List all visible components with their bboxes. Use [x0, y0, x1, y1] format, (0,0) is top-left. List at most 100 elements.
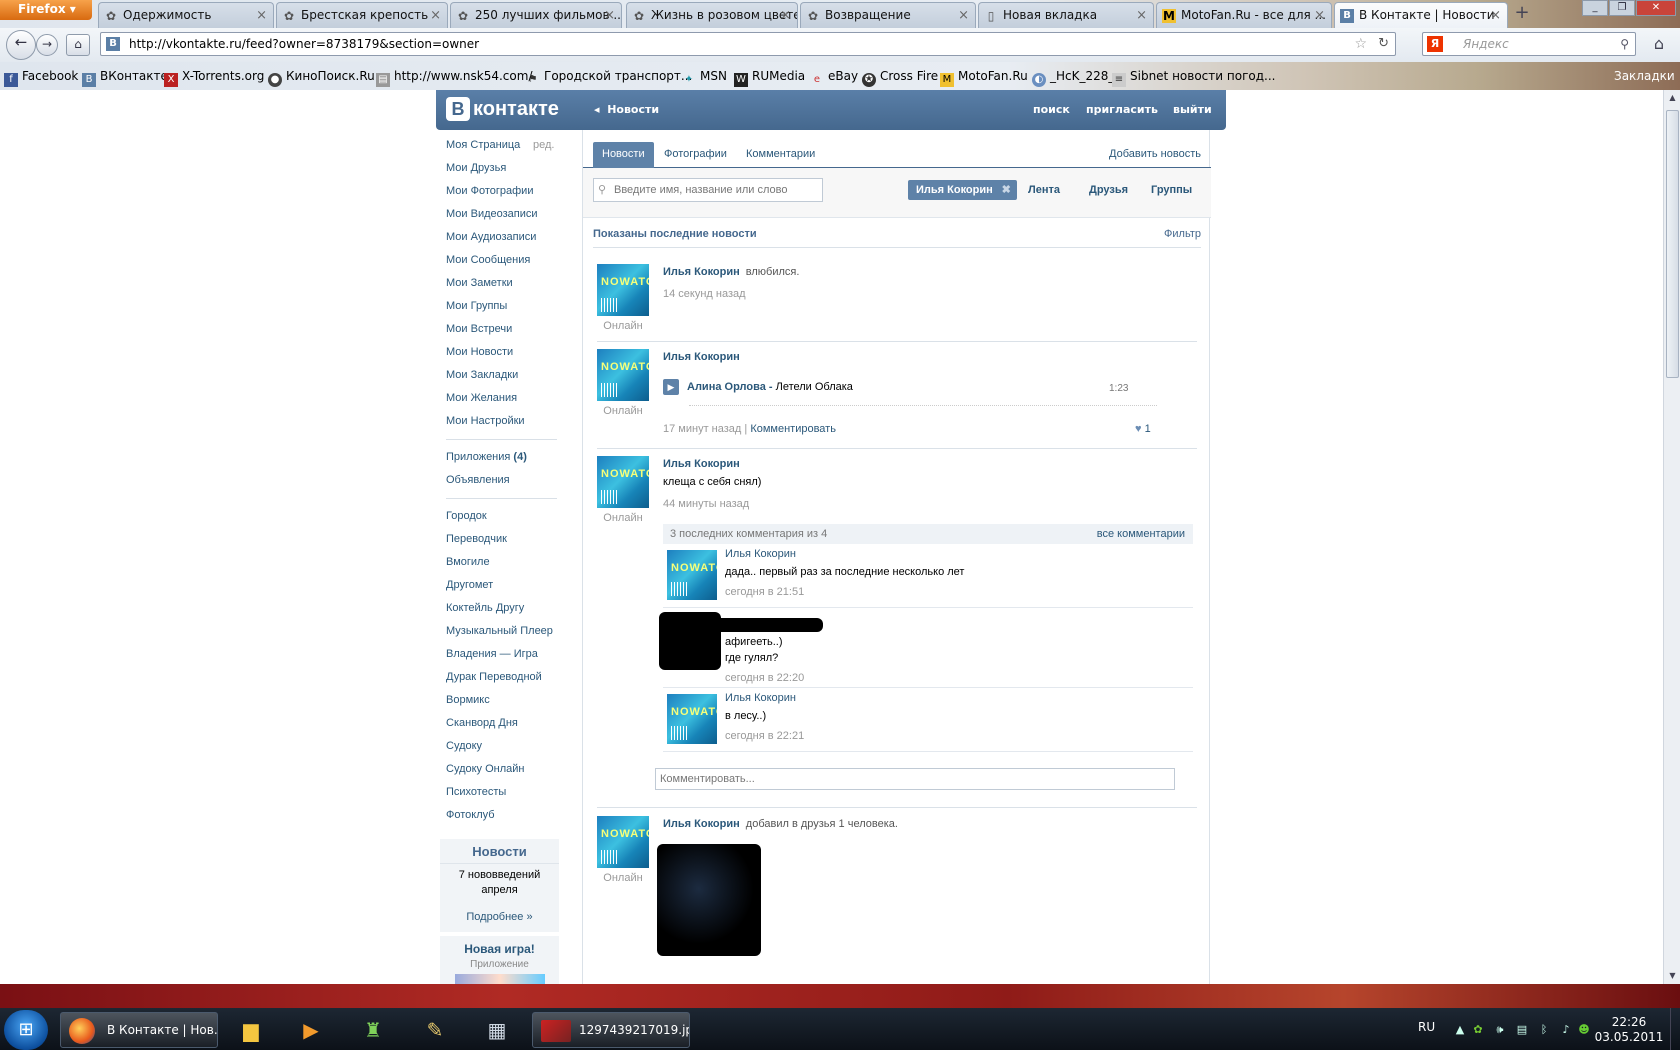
filter-link[interactable]: Фильтр [1164, 228, 1201, 240]
sidebar-app[interactable]: Вормикс [436, 689, 571, 712]
page-scrollbar[interactable]: ▲ ▼ [1663, 90, 1680, 984]
avatar[interactable]: NOWATON [597, 264, 649, 316]
folder-icon[interactable]: ▆ [234, 1014, 268, 1046]
post-time[interactable]: 14 секунд назад [663, 288, 746, 300]
sidebar-item-events[interactable]: Мои Встречи [436, 318, 571, 341]
owner-filter-chip[interactable]: Илья Кокорин ✖ [908, 180, 1017, 200]
browser-tab[interactable]: ✿ Одержимость × [98, 2, 274, 28]
url-bar[interactable]: B http://vkontakte.ru/feed?owner=8738179… [100, 32, 1396, 56]
like-button[interactable]: ♥ 1 [1135, 423, 1151, 435]
bookmark-motofan[interactable]: M MotoFan.Ru [940, 62, 1028, 90]
volume-icon[interactable]: 🕪 [1492, 1022, 1508, 1038]
sidebar-app[interactable]: Дурак Переводной [436, 666, 571, 689]
back-button[interactable]: ← [6, 30, 36, 60]
edit-menu-link[interactable]: ред. [533, 134, 554, 157]
bookmark-nsk54[interactable]: ▤ http://www.nsk54.com/ [376, 62, 532, 90]
sidebar-app[interactable]: Сканворд Дня [436, 712, 571, 735]
tab-comments[interactable]: Комментарии [737, 142, 824, 168]
bookmark-vkontakte[interactable]: B ВКонтакте [82, 62, 168, 90]
maximize-button[interactable]: ❐ [1609, 0, 1635, 16]
news-box-more-link[interactable]: Подробнее » [440, 908, 559, 926]
audio-progress[interactable] [689, 405, 1157, 406]
sidebar-item-audio[interactable]: Мои Аудиозаписи [436, 226, 571, 249]
close-icon[interactable]: × [604, 3, 615, 28]
network-icon[interactable]: ▤ [1514, 1022, 1530, 1038]
play-icon[interactable]: ▶ [663, 379, 679, 395]
calculator-icon[interactable]: ▦ [480, 1014, 514, 1046]
filter-groups-link[interactable]: Группы [1151, 180, 1192, 200]
taskbar-item-image[interactable]: 1297439217019.jp... [532, 1012, 690, 1048]
clock[interactable]: 22:26 03.05.2011 [1594, 1015, 1664, 1045]
back-to-news-link[interactable]: ◂ Новости [594, 90, 659, 130]
sidebar-app[interactable]: Музыкальный Плеер [436, 620, 571, 643]
icq-icon[interactable]: ✿ [1470, 1022, 1486, 1038]
sidebar-item-ads[interactable]: Объявления [436, 469, 571, 492]
post-author[interactable]: Илья Кокорин [663, 351, 740, 363]
avatar[interactable]: NOWATON [597, 456, 649, 508]
close-icon[interactable]: × [1136, 3, 1147, 28]
close-icon[interactable]: × [430, 3, 441, 28]
avatar[interactable]: NOWATON [597, 349, 649, 401]
sidebar-item-wishes[interactable]: Мои Желания [436, 387, 571, 410]
scroll-up-icon[interactable]: ▲ [1667, 92, 1678, 104]
search-icon[interactable]: ⚲ [1620, 33, 1629, 55]
scroll-thumb[interactable] [1666, 110, 1679, 378]
sidebar-item-applications[interactable]: Приложения (4) [436, 446, 571, 469]
post-author[interactable]: Илья Кокорин добавил в друзья 1 человека. [663, 818, 898, 830]
close-icon[interactable]: × [1490, 3, 1501, 28]
star-icon[interactable]: ☆ [1354, 33, 1367, 55]
tab-photos[interactable]: Фотографии [655, 142, 736, 168]
show-desktop-button[interactable] [1670, 1008, 1680, 1050]
logout-link[interactable]: выйти [1173, 90, 1212, 130]
bookmark-crossfire[interactable]: ✪ Cross Fire [862, 62, 938, 90]
browser-tab[interactable]: M MotoFan.Ru - все для ... × [1156, 2, 1332, 28]
vk-logo[interactable]: Вконтакте [446, 96, 559, 122]
forward-button[interactable]: → [36, 34, 58, 56]
tab-news[interactable]: Новости [593, 142, 654, 168]
media-player-icon[interactable]: ▶ [294, 1014, 328, 1046]
add-news-link[interactable]: Добавить новость [1109, 142, 1201, 166]
bookmark-x-torrents[interactable]: X X-Torrents.org [164, 62, 264, 90]
comment-link[interactable]: Комментировать [750, 423, 836, 435]
sidebar-app[interactable]: Городок [436, 505, 571, 528]
news-search-input[interactable]: ⚲ Введите имя, название или слово [593, 178, 823, 202]
sidebar-item-videos[interactable]: Мои Видеозаписи [436, 203, 571, 226]
home-icon[interactable]: ⌂ [1648, 34, 1670, 56]
avatar[interactable]: NOWATON [667, 550, 717, 600]
sidebar-app[interactable]: Переводчик [436, 528, 571, 551]
bookmark-kinopoisk[interactable]: ● КиноПоиск.Ru [268, 62, 375, 90]
sidebar-app[interactable]: Судоку [436, 735, 571, 758]
scroll-down-icon[interactable]: ▼ [1667, 970, 1678, 982]
reload-icon[interactable]: ↻ [1378, 33, 1389, 55]
post-author[interactable]: Илья Кокорин влюбился. [663, 266, 799, 278]
bookmark-sibnet[interactable]: ≡ Sibnet новости погод... [1112, 62, 1275, 90]
sidebar-item-bookmarks[interactable]: Мои Закладки [436, 364, 571, 387]
sidebar-item-messages[interactable]: Мои Сообщения [436, 249, 571, 272]
remove-filter-icon[interactable]: ✖ [1002, 180, 1011, 200]
antivirus-icon[interactable]: ☻ [1576, 1022, 1592, 1038]
sidebar-app[interactable]: Психотесты [436, 781, 571, 804]
close-window-button[interactable]: ✕ [1636, 0, 1676, 16]
browser-tab-active[interactable]: B В Контакте | Новости × [1334, 2, 1508, 28]
paint-icon[interactable]: ✎ [418, 1014, 452, 1046]
post-author[interactable]: Илья Кокорин [663, 458, 740, 470]
bookmark-transport[interactable]: ⚑ Городской транспорт... [526, 62, 693, 90]
audio-track[interactable]: Алина Орлова - Летели Облака [687, 379, 853, 395]
sidebar-item-news[interactable]: Мои Новости [436, 341, 571, 364]
sidebar-app[interactable]: Коктейль Другу [436, 597, 571, 620]
filter-friends-link[interactable]: Друзья [1089, 180, 1128, 200]
chevron-up-icon[interactable]: ▲ [1452, 1022, 1468, 1038]
sidebar-item-groups[interactable]: Мои Группы [436, 295, 571, 318]
sidebar-item-notes[interactable]: Мои Заметки [436, 272, 571, 295]
close-icon[interactable]: × [256, 3, 267, 28]
sidebar-item-friends[interactable]: Мои Друзья [436, 157, 571, 180]
avatar[interactable]: NOWATON [597, 816, 649, 868]
home-icon[interactable]: ⌂ [66, 34, 90, 56]
taskbar-item-firefox[interactable]: В Контакте | Нов... [60, 1012, 218, 1048]
sound-icon[interactable]: ♪ [1558, 1022, 1574, 1038]
start-button[interactable]: ⊞ [4, 1010, 48, 1050]
sidebar-app[interactable]: Вмогиле [436, 551, 571, 574]
search-input[interactable]: Я Яндекс ⚲ [1422, 32, 1636, 56]
close-icon[interactable]: × [1314, 3, 1325, 28]
comment-author[interactable]: Илья Кокорин [725, 548, 796, 560]
